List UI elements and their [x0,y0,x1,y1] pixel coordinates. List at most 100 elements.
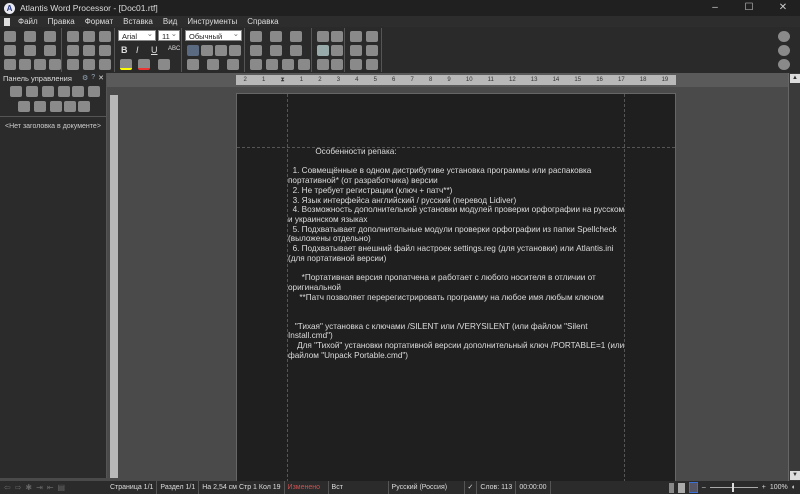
copy-icon[interactable] [83,45,95,56]
underline-button[interactable]: U [151,45,158,55]
favorites-icon[interactable] [4,45,16,56]
find-icon[interactable] [99,31,111,42]
email-icon[interactable] [44,45,56,56]
preview-icon[interactable] [34,59,46,70]
align-center-icon[interactable] [201,45,213,56]
align-right-icon[interactable] [215,45,227,56]
paste-icon[interactable] [99,45,111,56]
indent-icon[interactable]: ⇥ [36,483,43,492]
menu-view[interactable]: Вид [163,17,177,26]
undo-icon[interactable] [67,31,79,42]
panel-help-icon[interactable]: ? [91,74,95,82]
spellcheck-icon[interactable] [350,31,362,42]
binoculars-icon[interactable] [50,101,62,112]
contrast-icon[interactable]: ◐ [792,484,796,491]
zoom-in-button[interactable]: + [762,484,766,491]
close-button[interactable]: ✕ [766,0,800,16]
outdent-icon[interactable]: ⇤ [47,483,54,492]
pages-icon[interactable] [26,86,38,97]
spellcheck-status-icon[interactable]: ✓ [465,481,478,494]
italic-button[interactable]: I [136,45,139,55]
maximize-button[interactable]: ☐ [732,0,766,16]
scroll-up-icon[interactable]: ▲ [790,74,800,83]
normal-view-icon[interactable] [669,483,674,493]
menu-edit[interactable]: Правка [48,17,75,26]
datetime-icon[interactable] [290,31,302,42]
scroll-down-icon[interactable]: ▼ [790,471,800,480]
ebook-icon[interactable] [366,59,378,70]
thesaurus-icon[interactable] [366,31,378,42]
panel-settings-icon[interactable]: ⚙ [82,74,88,82]
columns-icon[interactable] [99,59,111,70]
menu-insert[interactable]: Вставка [123,17,153,26]
redo-icon[interactable] [83,31,95,42]
vertical-scrollbar[interactable]: ▲ ▼ [788,73,800,481]
footnote-icon[interactable] [282,59,294,70]
navigate-icon[interactable] [317,45,329,56]
settings-gear-icon[interactable] [778,59,790,70]
status-insert-mode[interactable]: Вст [329,481,389,494]
search-panel-icon[interactable] [18,101,30,112]
insert-picture-icon[interactable] [270,45,282,56]
lines-panel-icon[interactable] [34,101,46,112]
back-icon[interactable]: ⇦ [4,483,11,492]
new-icon[interactable] [4,31,16,42]
minimize-button[interactable]: – [698,0,732,16]
status-language[interactable]: Русский (Россия) [389,481,465,494]
align-left-icon[interactable] [187,45,199,56]
edit-icon[interactable] [19,59,31,70]
style-select[interactable]: Обычный [185,30,242,41]
font-select[interactable]: Arial [118,30,156,41]
vertical-ruler[interactable] [110,95,118,478]
menu-tools[interactable]: Инструменты [187,17,237,26]
symbol-icon[interactable] [250,31,262,42]
doc-map-icon[interactable] [10,86,22,97]
print-icon[interactable] [4,59,16,70]
document-page[interactable]: Особенности репака: 1. Совмещённые в одн… [236,93,676,483]
font-color-icon[interactable] [138,59,150,70]
forward-icon[interactable]: ⇨ [15,483,22,492]
zoom-slider[interactable] [710,487,758,488]
document-text[interactable]: Особенности репака: 1. Совмещённые в одн… [288,147,628,360]
web-layout-icon[interactable] [689,482,698,493]
page-view-icon[interactable] [331,45,343,56]
autocorrect-icon[interactable] [366,45,378,56]
menu-format[interactable]: Формат [85,17,113,26]
superscript-icon[interactable] [250,59,262,70]
cut-icon[interactable] [67,45,79,56]
image-icon[interactable] [270,31,282,42]
font-panel-icon[interactable] [72,86,84,97]
grid-panel-icon[interactable] [78,101,90,112]
panel-icon[interactable] [331,59,343,70]
numbering-icon[interactable] [207,59,219,70]
options-icon[interactable] [778,45,790,56]
open-icon[interactable] [24,31,36,42]
panel-close-icon[interactable]: ✕ [98,74,104,82]
menu-file[interactable]: Файл [18,17,38,26]
fullscreen-icon[interactable] [331,31,343,42]
zoom-out-button[interactable]: – [702,484,706,491]
list-panel-icon[interactable] [88,86,100,97]
horizontal-ruler[interactable]: 21⧗12345678910111213141516171819 [236,75,676,85]
layout-icon[interactable] [317,59,329,70]
indent-marker[interactable]: ⧗ [280,77,284,84]
hyperlink-icon[interactable] [266,59,278,70]
replace-icon[interactable] [350,45,362,56]
help-icon[interactable] [778,31,790,42]
insert-line-icon[interactable] [350,59,362,70]
clipboard-icon[interactable] [42,86,54,97]
page-break-icon[interactable] [250,45,262,56]
move-icon[interactable]: ▤ [58,483,66,492]
bullets-icon[interactable] [187,59,199,70]
save-icon[interactable] [44,31,56,42]
eraser-icon[interactable] [67,59,79,70]
multilevel-icon[interactable] [227,59,239,70]
bold-button[interactable]: B [121,45,128,55]
brain-icon[interactable] [64,101,76,112]
calculator-icon[interactable] [58,86,70,97]
save-as-icon[interactable] [24,45,36,56]
font-size-select[interactable]: 11 [158,30,180,41]
page-layout-icon[interactable] [678,483,685,493]
justify-icon[interactable] [229,45,241,56]
insert-table-icon[interactable] [298,59,310,70]
